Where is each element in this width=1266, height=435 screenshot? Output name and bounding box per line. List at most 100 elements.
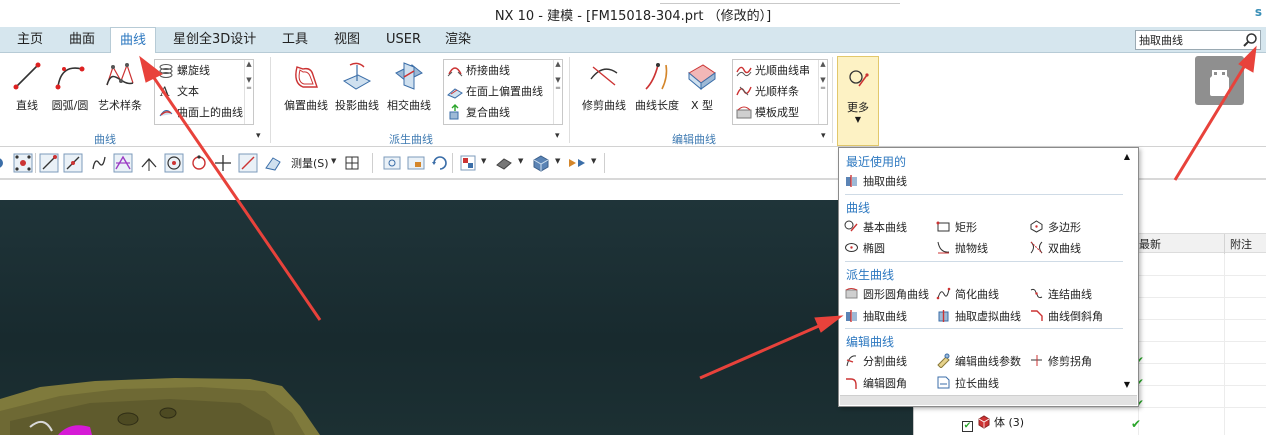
menu-item-label: 抽取曲线 <box>863 175 907 188</box>
curve-on-surface-item[interactable]: 曲面上的曲线 <box>158 103 243 123</box>
edit-gallery[interactable]: 光顺曲线串 光顺样条 模板成型 ▲ ▼ ═ <box>732 59 828 125</box>
scroll-up-icon[interactable]: ▲ <box>1124 152 1130 161</box>
menu-item-stretch-curve[interactable]: 拉长曲线 <box>936 375 999 393</box>
table-icon[interactable] <box>342 153 362 173</box>
menu-item-basic-curve[interactable]: 基本曲线 <box>844 219 907 237</box>
snap-mid-point-icon[interactable] <box>63 153 83 173</box>
menu-item-polygon[interactable]: 多边形 <box>1029 219 1081 237</box>
edit-group-expand-icon[interactable]: ▾ <box>821 131 826 141</box>
extract-virtual-curve-icon <box>938 310 949 322</box>
menu-item-edit-curve-parameters[interactable]: 编辑曲线参数 <box>936 353 1021 371</box>
edit-section-icon[interactable] <box>567 153 587 173</box>
usb-drive-tile[interactable] <box>1195 56 1244 105</box>
chevron-down-icon[interactable]: ▼ <box>331 157 336 165</box>
curve-length-icon <box>645 63 668 90</box>
tab-render[interactable]: 渲染 <box>436 27 480 53</box>
offset-in-face-item[interactable]: 在面上偏置曲线 <box>447 82 543 102</box>
line-button[interactable]: 直线 <box>10 59 44 113</box>
snap-arc-center-icon[interactable] <box>139 153 159 173</box>
tab-user[interactable]: USER <box>377 27 430 53</box>
menu-item-hyperbola[interactable]: 双曲线 <box>1029 240 1081 258</box>
snap-endpoint-icon[interactable] <box>0 153 14 173</box>
model-geometry[interactable] <box>0 181 913 435</box>
scroll-down-icon[interactable]: ▼ <box>1124 380 1130 389</box>
menu-item-extract-curve-recent[interactable]: 抽取曲线 <box>844 173 907 191</box>
chevron-down-icon[interactable]: ▼ <box>591 157 596 165</box>
column-latest[interactable]: 最新 <box>1139 236 1161 252</box>
curve-group-expand-icon[interactable]: ▾ <box>256 131 261 141</box>
snap-existing-point-icon[interactable] <box>13 153 33 173</box>
shape-by-template-item[interactable]: 模板成型 <box>736 103 799 123</box>
studio-spline-button[interactable]: 艺术样条 <box>95 59 145 113</box>
text-item[interactable]: A 文本 <box>158 82 199 102</box>
derived-gallery[interactable]: 桥接曲线 在面上偏置曲线 复合曲线 ▲ ▼ ═ <box>443 59 563 125</box>
bridge-curve-item[interactable]: 桥接曲线 <box>447 61 510 81</box>
measure-menu[interactable]: 测量(S) <box>291 155 329 171</box>
project-curve-icon <box>342 62 372 90</box>
smooth-spline-item[interactable]: 光顺样条 <box>736 82 799 102</box>
gallery-scroll[interactable]: ▲ ▼ ═ <box>553 60 562 124</box>
orient-view-icon[interactable] <box>458 153 478 173</box>
derived-group-label: 派生曲线 <box>389 133 433 146</box>
menu-item-curve-chamfer[interactable]: 曲线倒斜角 <box>1029 308 1103 326</box>
menu-item-extract-curve[interactable]: 抽取曲线 <box>844 308 907 326</box>
more-button[interactable]: 更多 ▼ <box>837 56 879 146</box>
x-form-button[interactable]: X 型 <box>684 59 720 113</box>
tab-xingchuang-3d[interactable]: 星创全3D设计 <box>164 27 265 53</box>
trim-curve-button[interactable]: 修剪曲线 <box>580 59 628 113</box>
helix-item[interactable]: 螺旋线 <box>158 61 210 81</box>
curve-length-button[interactable]: 曲线长度 <box>632 59 682 113</box>
gallery-scroll[interactable]: ▲ ▼ ═ <box>244 60 253 124</box>
snap-crosshair-icon[interactable] <box>213 153 233 173</box>
fit-view-icon[interactable] <box>382 153 402 173</box>
curve-gallery[interactable]: 螺旋线 A 文本 曲面上的曲线 ▲ ▼ ═ <box>154 59 254 125</box>
tab-home[interactable]: 主页 <box>8 27 52 53</box>
tab-surface[interactable]: 曲面 <box>60 27 104 53</box>
bridge-curve-label: 桥接曲线 <box>466 64 510 77</box>
intersection-curve-button[interactable]: 相交曲线 <box>384 59 434 113</box>
snap-end-point-icon[interactable] <box>39 153 59 173</box>
chevron-down-icon[interactable]: ▼ <box>555 157 560 165</box>
gallery-scroll[interactable]: ▲ ▼ ═ <box>818 60 827 124</box>
tree-node-body[interactable]: ✔ 体 (3) <box>962 414 1024 432</box>
curve-on-surface-icon <box>159 110 173 117</box>
graphics-viewport[interactable] <box>0 181 913 435</box>
visibility-checkbox[interactable]: ✔ <box>962 421 973 432</box>
menu-item-extract-virtual-curve[interactable]: 抽取虚拟曲线 <box>936 308 1021 326</box>
menu-item-edit-fillet[interactable]: 编辑圆角 <box>844 375 907 393</box>
search-icon[interactable] <box>1242 32 1258 48</box>
snap-point-on-curve-icon[interactable] <box>189 153 209 173</box>
shaded-cube-icon[interactable] <box>531 153 551 173</box>
zoom-window-icon[interactable] <box>406 153 426 173</box>
snap-bounded-grid-icon[interactable] <box>263 153 283 173</box>
search-input[interactable] <box>1136 31 1240 49</box>
tab-tools[interactable]: 工具 <box>273 27 317 53</box>
column-notes[interactable]: 附注 <box>1230 236 1252 252</box>
menu-item-divide-curve[interactable]: 分割曲线 <box>844 353 907 371</box>
menu-item-simplify-curve[interactable]: 简化曲线 <box>936 286 999 304</box>
command-search[interactable] <box>1135 30 1261 50</box>
snap-point-on-face-icon[interactable] <box>238 153 258 173</box>
smooth-curve-string-item[interactable]: 光顺曲线串 <box>736 61 810 81</box>
snap-intersection-icon[interactable] <box>113 153 133 173</box>
menu-item-trim-corner[interactable]: 修剪拐角 <box>1029 353 1092 371</box>
menu-item-ellipse[interactable]: 椭圆 <box>844 240 885 258</box>
rotate-icon[interactable] <box>430 153 450 173</box>
render-style-icon[interactable] <box>494 153 514 173</box>
snap-quadrant-icon[interactable] <box>164 153 184 173</box>
tab-curve[interactable]: 曲线 <box>110 27 157 54</box>
arc-circle-button[interactable]: 圆弧/圆 <box>48 59 92 113</box>
menu-item-label: 拉长曲线 <box>955 377 999 390</box>
tab-view[interactable]: 视图 <box>325 27 369 53</box>
chevron-down-icon[interactable]: ▼ <box>518 157 523 165</box>
derived-group-expand-icon[interactable]: ▾ <box>555 131 560 141</box>
menu-item-circular-fillet-curve[interactable]: 圆形圆角曲线 <box>844 286 929 304</box>
menu-item-rectangle[interactable]: 矩形 <box>936 219 977 237</box>
menu-item-join-curves[interactable]: 连结曲线 <box>1029 286 1092 304</box>
menu-item-parabola[interactable]: 抛物线 <box>936 240 988 258</box>
chevron-down-icon[interactable]: ▼ <box>481 157 486 165</box>
snap-control-point-icon[interactable] <box>89 153 109 173</box>
offset-curve-button[interactable]: 偏置曲线 <box>281 59 331 113</box>
composite-curve-item[interactable]: 复合曲线 <box>447 103 510 123</box>
project-curve-button[interactable]: 投影曲线 <box>332 59 382 113</box>
